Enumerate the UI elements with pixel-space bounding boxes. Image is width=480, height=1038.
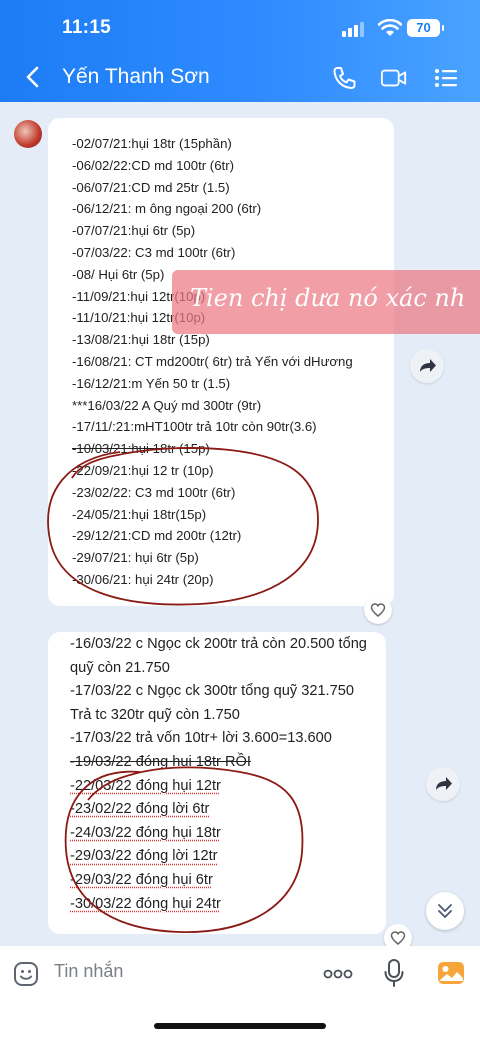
list-item: -06/02/22:CD md 100tr (6tr) bbox=[72, 158, 234, 173]
react-button-1[interactable] bbox=[364, 596, 392, 624]
share-button[interactable] bbox=[410, 349, 444, 383]
top-bar: 11:15 70 Yến Thanh Sơn bbox=[0, 0, 480, 102]
share-icon bbox=[436, 777, 452, 790]
overlay-caption-text: Tien chị dưa nó xác nh bbox=[190, 284, 466, 312]
line-text: -13/08/21:hụi 18tr (15p) bbox=[72, 332, 210, 348]
line-text: -10/03/21:hụi 18tr (15p) bbox=[72, 441, 210, 457]
list-item: -23/02/22 đóng lời 6tr bbox=[70, 801, 209, 817]
share-icon bbox=[420, 359, 436, 372]
menu-icon[interactable] bbox=[432, 64, 460, 92]
line-text: -29/03/22 đóng hụi 6tr bbox=[70, 872, 213, 888]
list-item: -10/03/21:hụi 18tr (15p) bbox=[72, 441, 210, 456]
list-item: ***16/03/22 A Quý md 300tr (9tr) bbox=[72, 398, 261, 413]
line-text: -30/06/21: hụi 24tr (20p) bbox=[72, 572, 214, 587]
heart-icon bbox=[370, 603, 386, 617]
more-icon[interactable] bbox=[322, 962, 354, 986]
line-text: -24/03/22 đóng hụi 18tr bbox=[70, 824, 221, 841]
message-bubble-2[interactable]: -16/03/22 c Ngọc ck 200tr trả còn 20.500… bbox=[48, 632, 386, 934]
line-text: Trả tc 320tr quỹ còn 1.750 bbox=[70, 706, 240, 723]
line-text: -02/07/21:hụi 18tr (15phần) bbox=[72, 136, 232, 151]
message-input[interactable]: Tin nhắn bbox=[54, 961, 123, 982]
back-icon[interactable] bbox=[20, 62, 48, 92]
line-text: -06/12/21: m ông ngoại 200 (6tr) bbox=[72, 201, 262, 217]
avatar[interactable] bbox=[14, 120, 42, 148]
line-text: -22/03/22 đóng hụi 12tr bbox=[70, 777, 221, 794]
list-item: -24/03/22 đóng hụi 18tr bbox=[70, 825, 221, 841]
signal-icon bbox=[342, 22, 364, 37]
list-item: -16/08/21: CT md200tr( 6tr) trả Yến với … bbox=[72, 354, 353, 369]
line-text: -29/07/21: hụi 6tr (5p) bbox=[72, 550, 199, 566]
list-item: -30/06/21: hụi 24tr (20p) bbox=[72, 572, 214, 587]
list-item: -07/03/22: C3 md 100tr (6tr) bbox=[72, 245, 235, 260]
microphone-icon[interactable] bbox=[382, 958, 406, 988]
line-text: -07/07/21:hụi 6tr (5p) bbox=[72, 223, 196, 239]
line-text: -17/11/:21:mHT100tr trả 10tr còn 90tr(3.… bbox=[72, 419, 317, 435]
list-item: -30/03/22 đóng hụi 24tr bbox=[70, 896, 221, 912]
list-item: -17/03/22 trả vốn 10tr+ lời 3.600=13.600 bbox=[70, 730, 332, 746]
list-item: -23/02/22: C3 md 100tr (6tr) bbox=[72, 485, 235, 500]
line-text: -17/03/22 c Ngọc ck 300tr tổng quỹ 321.7… bbox=[70, 683, 354, 700]
video-call-icon[interactable] bbox=[380, 64, 408, 92]
battery-indicator: 70 bbox=[407, 19, 444, 37]
list-item: -29/03/22 đóng lời 12tr bbox=[70, 848, 218, 864]
list-item: -07/07/21:hụi 6tr (5p) bbox=[72, 223, 195, 238]
line-text: -23/02/22: C3 md 100tr (6tr) bbox=[72, 484, 236, 500]
line-text: -16/03/22 c Ngọc ck 200tr trả còn 20.500… bbox=[70, 636, 367, 652]
line-text: -08/ Hụi 6tr (5p) bbox=[72, 266, 165, 282]
chevron-down-icon bbox=[438, 904, 452, 919]
status-bar: 11:15 70 bbox=[0, 0, 480, 56]
line-text: ***16/03/22 A Quý md 300tr (9tr) bbox=[72, 397, 262, 413]
list-item: -02/07/21:hụi 18tr (15phần) bbox=[72, 136, 232, 151]
status-time: 11:15 bbox=[62, 17, 112, 38]
line-text: -24/05/21:hụi 18tr(15p) bbox=[72, 506, 207, 522]
list-item: -22/09/21:hụi 12 tr (10p) bbox=[72, 463, 214, 478]
list-item: -16/03/22 c Ngọc ck 200tr trả còn 20.500… bbox=[70, 636, 367, 652]
list-item: -17/03/22 c Ngọc ck 300tr tổng quỹ 321.7… bbox=[70, 683, 354, 699]
message-bubble-1[interactable]: -02/07/21:hụi 18tr (15phần) -06/02/22:CD … bbox=[48, 118, 394, 606]
line-text: -16/08/21: CT md200tr( 6tr) trả Yến với … bbox=[72, 354, 353, 369]
list-item: -29/03/22 đóng hụi 6tr bbox=[70, 872, 213, 888]
line-text: -30/03/22 đóng hụi 24tr bbox=[70, 895, 221, 912]
list-item: -19/03/22 đóng hụi 18tr RỒI bbox=[70, 754, 251, 770]
line-text: -19/03/22 đóng hụi 18tr RỒI bbox=[70, 754, 251, 770]
list-item: -24/05/21:hụi 18tr(15p) bbox=[72, 507, 206, 522]
sticker-icon[interactable] bbox=[12, 960, 40, 988]
scroll-down-button[interactable] bbox=[426, 892, 464, 930]
line-text: -17/03/22 trả vốn 10tr+ lời 3.600=13.600 bbox=[70, 730, 332, 747]
wifi-icon bbox=[378, 19, 402, 36]
line-text: -06/07/21:CD md 25tr (1.5) bbox=[72, 179, 230, 195]
list-item: -13/08/21:hụi 18tr (15p) bbox=[72, 332, 210, 347]
line-text: -23/02/22 đóng lời 6tr bbox=[70, 801, 210, 818]
list-item: -17/11/:21:mHT100tr trả 10tr còn 90tr(3.… bbox=[72, 419, 317, 434]
list-item: -06/12/21: m ông ngoại 200 (6tr) bbox=[72, 201, 261, 216]
list-item: -16/12/21:m Yến 50 tr (1.5) bbox=[72, 376, 230, 391]
image-icon[interactable] bbox=[436, 958, 466, 988]
line-text: -06/02/22:CD md 100tr (6tr) bbox=[72, 157, 234, 173]
list-item: -08/ Hụi 6tr (5p) bbox=[72, 267, 164, 282]
line-text: -07/03/22: C3 md 100tr (6tr) bbox=[72, 245, 236, 260]
list-item: quỹ còn 21.750 bbox=[70, 660, 170, 676]
phone-icon[interactable] bbox=[330, 64, 358, 92]
share-button-2[interactable] bbox=[426, 767, 460, 801]
chat-header: Yến Thanh Sơn bbox=[0, 56, 480, 100]
input-bar: Tin nhắn bbox=[0, 946, 480, 1038]
list-item: -06/07/21:CD md 25tr (1.5) bbox=[72, 180, 230, 195]
line-text: -16/12/21:m Yến 50 tr (1.5) bbox=[72, 375, 231, 391]
line-text: -29/03/22 đóng lời 12tr bbox=[70, 848, 218, 865]
contact-name[interactable]: Yến Thanh Sơn bbox=[62, 65, 210, 89]
list-item: -29/12/21:CD md 200tr (12tr) bbox=[72, 528, 241, 543]
list-item: -29/07/21: hụi 6tr (5p) bbox=[72, 550, 199, 565]
overlay-caption: Tien chị dưa nó xác nh bbox=[172, 270, 480, 334]
home-indicator bbox=[154, 1023, 326, 1029]
line-text: -29/12/21:CD md 200tr (12tr) bbox=[72, 528, 242, 544]
list-item: Trả tc 320tr quỹ còn 1.750 bbox=[70, 707, 240, 723]
line-text: -22/09/21:hụi 12 tr (10p) bbox=[72, 463, 214, 478]
list-item: -22/03/22 đóng hụi 12tr bbox=[70, 778, 221, 794]
line-text: quỹ còn 21.750 bbox=[70, 659, 170, 676]
